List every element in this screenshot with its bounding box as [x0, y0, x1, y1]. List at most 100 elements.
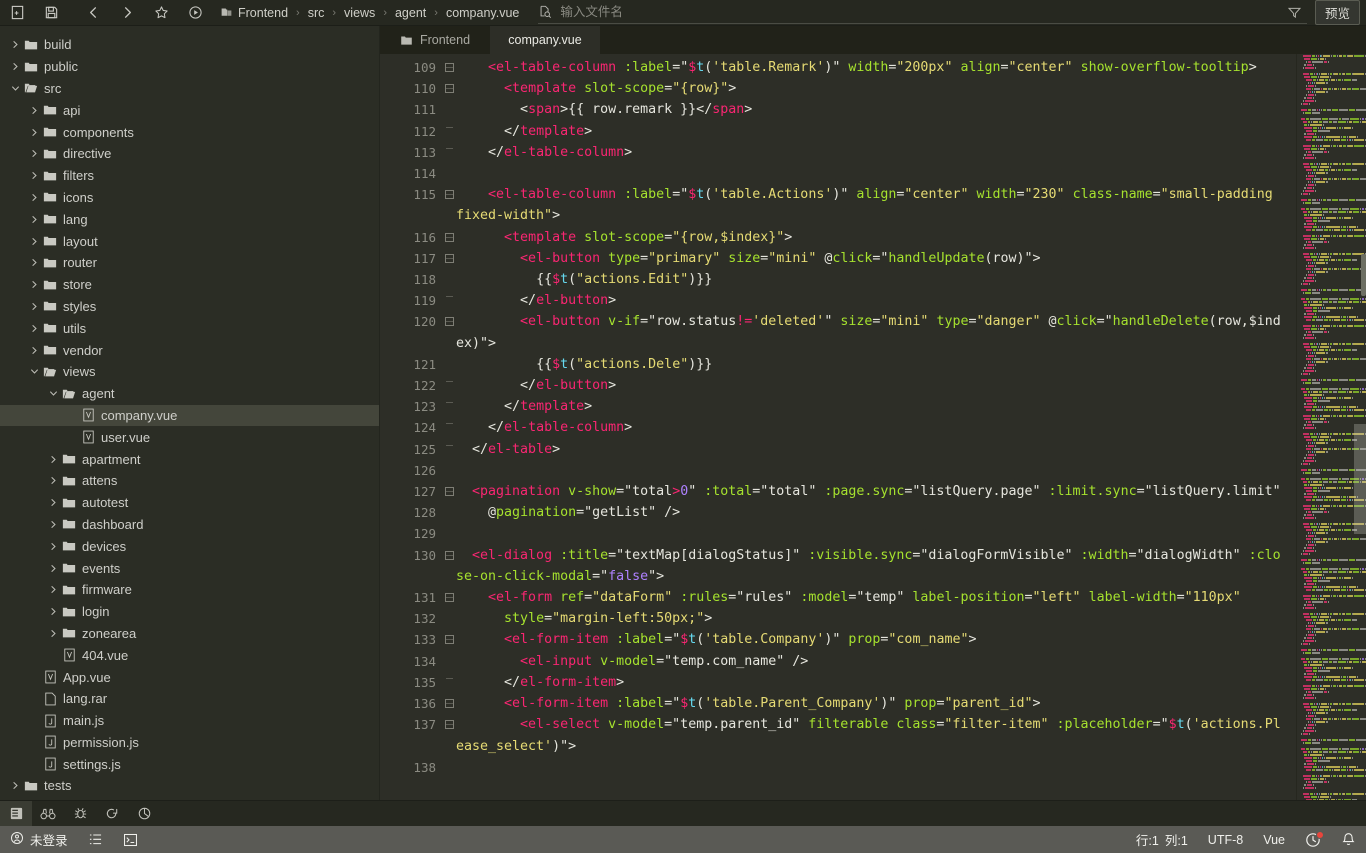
code-line[interactable]: @pagination="getList" /> [456, 502, 1288, 523]
code-line[interactable]: style="margin-left:50px;"> [456, 608, 1288, 629]
forward-icon[interactable] [110, 0, 144, 26]
tab-company-vue[interactable]: company.vue [490, 26, 600, 54]
chevron-right-icon[interactable] [46, 629, 60, 638]
breadcrumb-item-0[interactable]: Frontend [235, 6, 291, 20]
code-line[interactable]: {{$t("actions.Dele")}} [456, 354, 1288, 375]
chevron-right-icon[interactable] [8, 40, 22, 49]
explorer-icon[interactable] [0, 801, 32, 826]
file-tree-sidebar[interactable]: build public src api components directive filt… [0, 26, 380, 800]
terminal-icon[interactable] [113, 826, 148, 853]
code-line[interactable]: </el-button> [456, 375, 1288, 396]
tree-item-store[interactable]: store [0, 274, 379, 296]
code-viewport[interactable]: 109 110 111 112 113 114 115 116 117 118 119 120 121 1… [380, 54, 1366, 800]
tree-item-components[interactable]: components [0, 121, 379, 143]
tree-item-utils[interactable]: utils [0, 317, 379, 339]
tree-item-settings-js[interactable]: settings.js [0, 753, 379, 775]
tree-item-layout[interactable]: layout [0, 230, 379, 252]
tree-item-events[interactable]: events [0, 557, 379, 579]
code-line[interactable]: <template slot-scope="{row}"> [456, 78, 1288, 99]
encoding-indicator[interactable]: UTF-8 [1198, 826, 1253, 853]
tree-item-zonearea[interactable]: zonearea [0, 623, 379, 645]
tree-item-agent[interactable]: agent [0, 383, 379, 405]
code-line[interactable]: <el-input v-model="temp.com_name" /> [456, 651, 1288, 672]
minimap-viewport[interactable] [1354, 424, 1366, 534]
chevron-down-icon[interactable] [46, 389, 60, 398]
preview-button[interactable]: 预览 [1314, 0, 1360, 25]
tree-item-firmware[interactable]: firmware [0, 579, 379, 601]
debug-bug-icon[interactable] [64, 801, 96, 826]
chevron-right-icon[interactable] [46, 607, 60, 616]
code-line[interactable]: <el-form-item :label="$t('table.Parent_C… [456, 693, 1288, 714]
chevron-right-icon[interactable] [27, 193, 41, 202]
code-line[interactable]: <el-button v-if="row.status!='deleted'" … [456, 311, 1288, 353]
code-line[interactable]: </el-button> [456, 290, 1288, 311]
tree-item-lang-rar[interactable]: lang.rar [0, 688, 379, 710]
tree-item-permission-js[interactable]: permission.js [0, 732, 379, 754]
chevron-right-icon[interactable] [46, 498, 60, 507]
fold-toggle-icon[interactable] [442, 545, 456, 587]
search-input[interactable] [560, 5, 1288, 19]
chevron-right-icon[interactable] [27, 149, 41, 158]
tree-item-views[interactable]: views [0, 361, 379, 383]
tree-item-styles[interactable]: styles [0, 296, 379, 318]
fold-toggle-icon[interactable] [442, 248, 456, 269]
tree-item-autotest[interactable]: autotest [0, 492, 379, 514]
chevron-right-icon[interactable] [27, 302, 41, 311]
tree-item-public[interactable]: public [0, 56, 379, 78]
code-line[interactable]: {{$t("actions.Edit")}} [456, 269, 1288, 290]
tree-item-attens[interactable]: attens [0, 470, 379, 492]
favorite-star-icon[interactable] [144, 0, 178, 26]
search-binoculars-icon[interactable] [32, 801, 64, 826]
code-folding-column[interactable] [442, 54, 456, 800]
code-line[interactable]: </el-table-column> [456, 417, 1288, 438]
code-line[interactable]: </template> [456, 121, 1288, 142]
fold-toggle-icon[interactable] [442, 481, 456, 502]
chevron-right-icon[interactable] [46, 585, 60, 594]
chevron-right-icon[interactable] [27, 237, 41, 246]
code-line[interactable]: </template> [456, 396, 1288, 417]
tree-item-tests[interactable]: tests [0, 775, 379, 797]
code-line[interactable]: <template slot-scope="{row,$index}"> [456, 227, 1288, 248]
chevron-right-icon[interactable] [46, 455, 60, 464]
chevron-right-icon[interactable] [8, 62, 22, 71]
code-content[interactable]: <el-table-column :label="$t('table.Remar… [456, 54, 1296, 800]
vertical-scrollbar-thumb[interactable] [1361, 254, 1366, 296]
new-file-icon[interactable] [0, 0, 34, 26]
fold-toggle-icon[interactable] [442, 311, 456, 353]
filter-funnel-icon[interactable] [1287, 3, 1302, 22]
tree-item-directive[interactable]: directive [0, 143, 379, 165]
code-line[interactable] [456, 460, 1288, 481]
chevron-right-icon[interactable] [46, 476, 60, 485]
tree-item-lang[interactable]: lang [0, 208, 379, 230]
code-line[interactable]: <el-table-column :label="$t('table.Remar… [456, 57, 1288, 78]
tree-item-filters[interactable]: filters [0, 165, 379, 187]
git-branch-icon[interactable] [96, 801, 128, 826]
account-status[interactable]: 未登录 [0, 826, 78, 853]
code-line[interactable]: </el-table> [456, 439, 1288, 460]
code-line[interactable]: <el-form-item :label="$t('table.Company'… [456, 629, 1288, 650]
chevron-right-icon[interactable] [27, 171, 41, 180]
fold-toggle-icon[interactable] [442, 78, 456, 99]
chevron-right-icon[interactable] [27, 128, 41, 137]
code-line[interactable] [456, 757, 1288, 778]
code-line[interactable]: <el-dialog :title="textMap[dialogStatus]… [456, 545, 1288, 587]
tree-item-api[interactable]: api [0, 99, 379, 121]
tree-item-vendor[interactable]: vendor [0, 339, 379, 361]
code-line[interactable] [456, 163, 1288, 184]
tree-item-apartment[interactable]: apartment [0, 448, 379, 470]
fold-toggle-icon[interactable] [442, 587, 456, 608]
tree-item-router[interactable]: router [0, 252, 379, 274]
chevron-right-icon[interactable] [27, 324, 41, 333]
breadcrumb-item-1[interactable]: src [305, 6, 328, 20]
run-icon[interactable] [178, 0, 212, 26]
breadcrumb-item-4[interactable]: company.vue [443, 6, 522, 20]
chevron-right-icon[interactable] [27, 215, 41, 224]
chevron-right-icon[interactable] [46, 564, 60, 573]
minimap[interactable] [1296, 54, 1366, 800]
cursor-position[interactable]: 行:1 列:1 [1126, 826, 1198, 853]
chevron-down-icon[interactable] [27, 367, 41, 376]
code-line[interactable]: </el-form-item> [456, 672, 1288, 693]
fold-toggle-icon[interactable] [442, 629, 456, 650]
chevron-right-icon[interactable] [27, 106, 41, 115]
tree-item-user-vue[interactable]: user.vue [0, 426, 379, 448]
